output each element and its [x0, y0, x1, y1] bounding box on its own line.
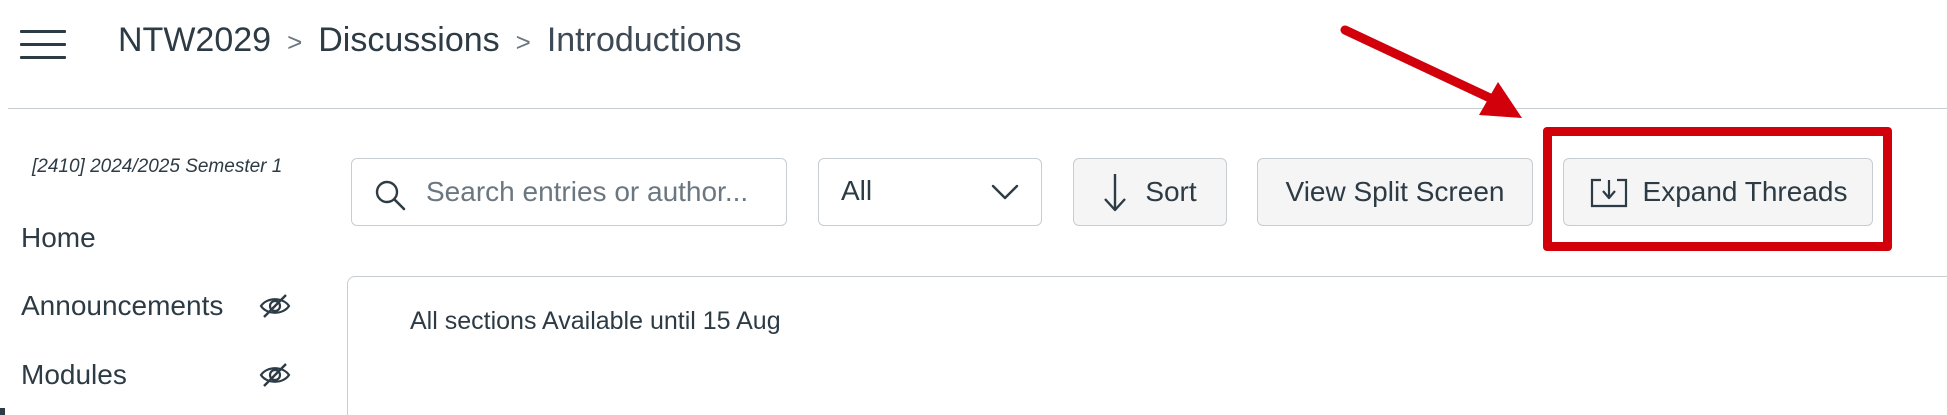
- discussion-panel: All sections Available until 15 Aug: [347, 276, 1947, 415]
- course-term-label: [2410] 2024/2025 Semester 1: [32, 156, 283, 177]
- view-split-screen-button[interactable]: View Split Screen: [1257, 158, 1533, 226]
- breadcrumb-discussions-link[interactable]: Discussions: [318, 21, 499, 60]
- filter-select[interactable]: All: [818, 158, 1042, 226]
- availability-text: All sections Available until 15 Aug: [410, 307, 781, 335]
- arrow-down-icon: [1104, 174, 1127, 212]
- breadcrumb-course-link[interactable]: NTW2029: [118, 21, 271, 60]
- sidebar-item-announcements[interactable]: Announcements: [21, 290, 223, 322]
- sort-button[interactable]: Sort: [1073, 158, 1227, 226]
- search-input[interactable]: [426, 159, 771, 225]
- sort-button-label: Sort: [1145, 176, 1197, 207]
- breadcrumb-current-page: Introductions: [546, 20, 742, 59]
- hamburger-menu-icon[interactable]: [20, 30, 66, 60]
- search-field: [351, 158, 787, 226]
- breadcrumb-separator: >: [287, 26, 303, 57]
- view-split-screen-label: View Split Screen: [1285, 176, 1505, 207]
- eye-slash-icon: [259, 363, 291, 387]
- edge-marker: [0, 408, 5, 415]
- chevron-down-icon: [991, 184, 1019, 200]
- header-divider: [8, 108, 1947, 109]
- annotation-highlight-box: [1543, 127, 1892, 251]
- eye-slash-icon: [259, 294, 291, 318]
- filter-selected-value: All: [841, 175, 873, 206]
- sidebar-item-home[interactable]: Home: [21, 222, 96, 254]
- sidebar-item-modules[interactable]: Modules: [21, 359, 127, 391]
- search-icon: [375, 180, 406, 211]
- breadcrumb-separator: >: [515, 26, 531, 57]
- breadcrumb: NTW2029 > Discussions > Introductions: [118, 16, 742, 64]
